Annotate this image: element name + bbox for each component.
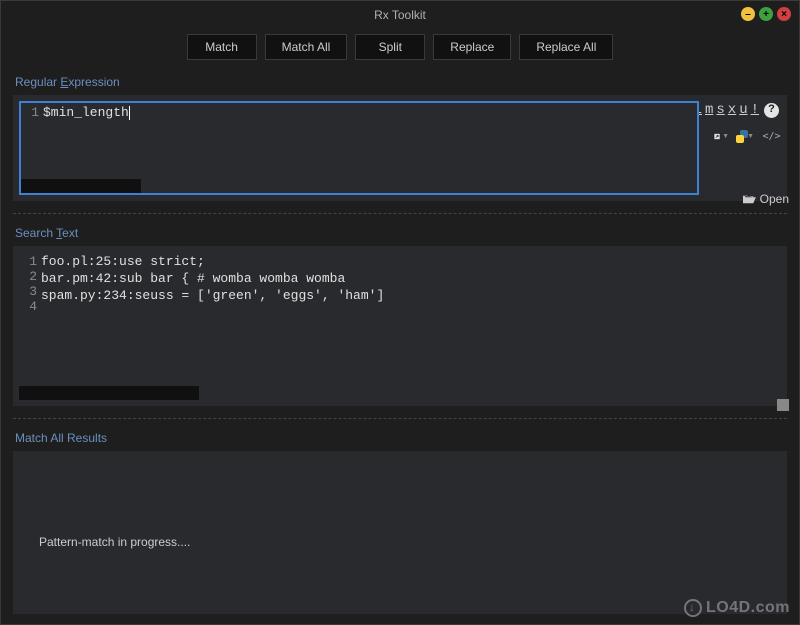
flag-s[interactable]: s	[715, 102, 725, 118]
flag-m[interactable]: m	[704, 102, 714, 118]
line-number: 4	[19, 299, 37, 314]
titlebar: Rx Toolkit – + ×	[1, 1, 799, 29]
regex-editor[interactable]: 1 $min_length	[19, 101, 699, 195]
regex-panel: 1 $min_length / i m s x u ! ? ▼	[13, 95, 787, 201]
code-line: bar.pm:42:sub bar { # womba womba womba	[41, 269, 781, 286]
watermark: LO4D.com	[684, 599, 790, 617]
code-line: spam.py:234:seuss = ['green', 'eggs', 'h…	[41, 286, 781, 303]
open-button[interactable]: Open	[742, 192, 789, 206]
match-all-button[interactable]: Match All	[265, 34, 348, 60]
watermark-text: LO4D.com	[706, 599, 790, 617]
scrollbar-track[interactable]	[21, 179, 141, 193]
results-status-text: Pattern-match in progress....	[39, 535, 190, 549]
replace-all-button[interactable]: Replace All	[519, 34, 613, 60]
scrollbar-track[interactable]	[19, 386, 199, 400]
search-gutter: 1 2 3 4	[19, 252, 41, 314]
search-panel: 1 2 3 4 foo.pl:25:use strict; bar.pm:42:…	[13, 246, 787, 406]
window-title: Rx Toolkit	[374, 8, 426, 22]
chevron-down-icon: ▼	[722, 133, 729, 140]
line-number: 1	[21, 105, 39, 120]
chevron-down-icon: ▼	[747, 133, 754, 140]
replace-button[interactable]: Replace	[433, 34, 511, 60]
download-icon	[684, 599, 702, 617]
main-window: Rx Toolkit – + × Match Match All Split R…	[0, 0, 800, 625]
toolbar: Match Match All Split Replace Replace Al…	[1, 29, 799, 65]
flag-u[interactable]: u	[738, 102, 748, 118]
folder-open-icon	[742, 193, 756, 205]
flag-exclaim[interactable]: !	[750, 102, 760, 118]
window-minimize-button[interactable]: –	[741, 7, 755, 21]
regex-section-label: Regular Expression	[1, 65, 799, 95]
text-cursor	[129, 106, 130, 120]
line-number: 3	[19, 284, 37, 299]
open-label: Open	[760, 192, 789, 206]
code-view-icon[interactable]: </>	[764, 129, 779, 144]
results-panel: Pattern-match in progress....	[13, 451, 787, 614]
python-icon[interactable]: ▼	[739, 129, 754, 144]
divider	[13, 418, 787, 419]
search-section-label: Search Text	[1, 216, 799, 246]
regex-sidebar: / i m s x u ! ? ▼ ▼ </>	[699, 95, 787, 201]
window-close-button[interactable]: ×	[777, 7, 791, 21]
code-line: foo.pl:25:use strict;	[41, 252, 781, 269]
export-icon[interactable]: ▼	[714, 129, 729, 144]
results-section-label: Match All Results	[1, 421, 799, 451]
window-maximize-button[interactable]: +	[759, 7, 773, 21]
search-editor[interactable]: 1 2 3 4 foo.pl:25:use strict; bar.pm:42:…	[19, 252, 781, 314]
stop-button[interactable]	[777, 399, 789, 411]
flag-x[interactable]: x	[727, 102, 737, 118]
line-number: 2	[19, 269, 37, 284]
line-number: 1	[19, 254, 37, 269]
search-text-input[interactable]: foo.pl:25:use strict; bar.pm:42:sub bar …	[41, 252, 781, 314]
divider	[13, 213, 787, 214]
code-line	[41, 303, 781, 305]
help-icon[interactable]: ?	[764, 103, 779, 118]
match-button[interactable]: Match	[187, 34, 257, 60]
split-button[interactable]: Split	[355, 34, 425, 60]
